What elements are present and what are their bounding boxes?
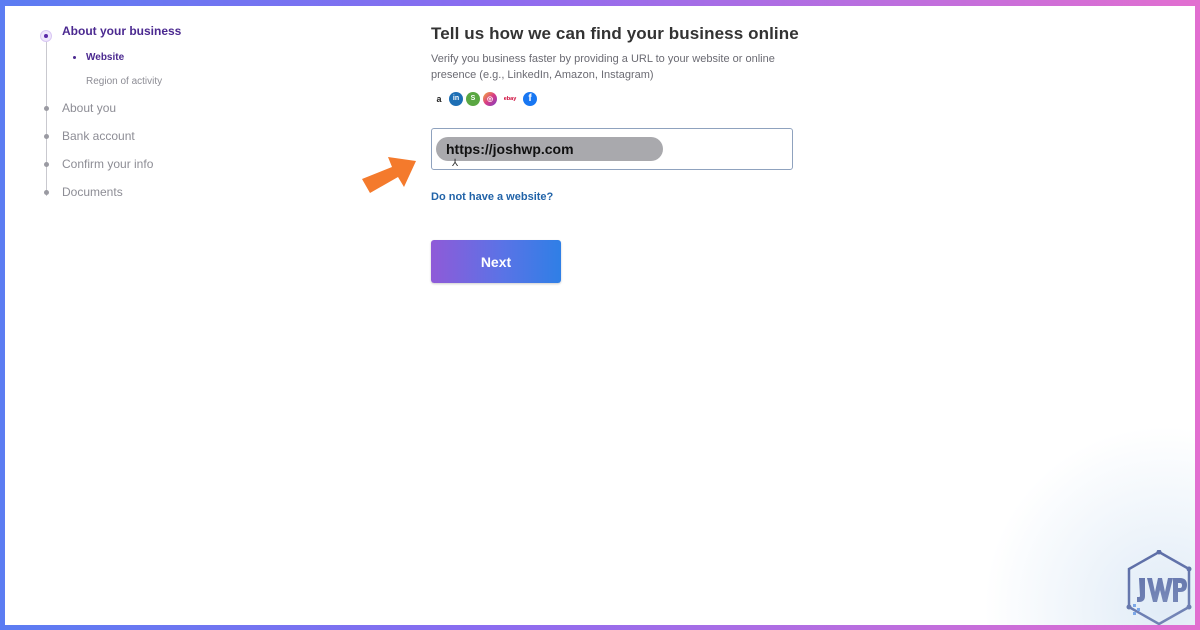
amazon-icon: a xyxy=(432,91,446,106)
stepper-rail xyxy=(46,36,47,196)
page-title: Tell us how we can find your business on… xyxy=(431,24,799,43)
step-dot xyxy=(44,134,49,139)
instagram-icon: ◎ xyxy=(483,91,497,106)
step-confirm-your-info[interactable]: Confirm your info xyxy=(62,157,153,171)
substep-region-of-activity[interactable]: Region of activity xyxy=(86,76,162,87)
website-url-value: https://joshwp.com xyxy=(436,137,663,161)
page-description: Verify you business faster by providing … xyxy=(431,53,775,81)
ebay-icon: ebay xyxy=(500,91,520,106)
jwp-logo-icon xyxy=(1126,550,1192,625)
text-cursor-icon: ⅄ xyxy=(452,158,459,169)
step-about-your-business[interactable]: About your business xyxy=(62,24,181,38)
next-button[interactable]: Next xyxy=(431,240,561,283)
step-bank-account[interactable]: Bank account xyxy=(62,129,135,143)
shopify-icon: S xyxy=(466,91,480,106)
platform-icons: a in S ◎ ebay f xyxy=(432,91,537,106)
linkedin-icon: in xyxy=(449,91,463,106)
facebook-icon: f xyxy=(523,91,537,106)
progress-stepper: About your business Website Region of ac… xyxy=(5,6,265,226)
pointer-arrow-icon xyxy=(362,157,416,193)
step-dot xyxy=(44,106,49,111)
step-dot xyxy=(44,162,49,167)
step-dot xyxy=(44,190,49,195)
step-about-you[interactable]: About you xyxy=(62,101,116,115)
substep-website[interactable]: Website xyxy=(86,52,124,63)
website-url-input[interactable]: https://joshwp.com ⅄ xyxy=(431,128,793,170)
page-frame: About your business Website Region of ac… xyxy=(5,6,1195,625)
substep-bullet xyxy=(73,56,76,59)
step-active-indicator xyxy=(40,30,52,42)
step-documents[interactable]: Documents xyxy=(62,185,123,199)
no-website-link[interactable]: Do not have a website? xyxy=(431,191,553,203)
